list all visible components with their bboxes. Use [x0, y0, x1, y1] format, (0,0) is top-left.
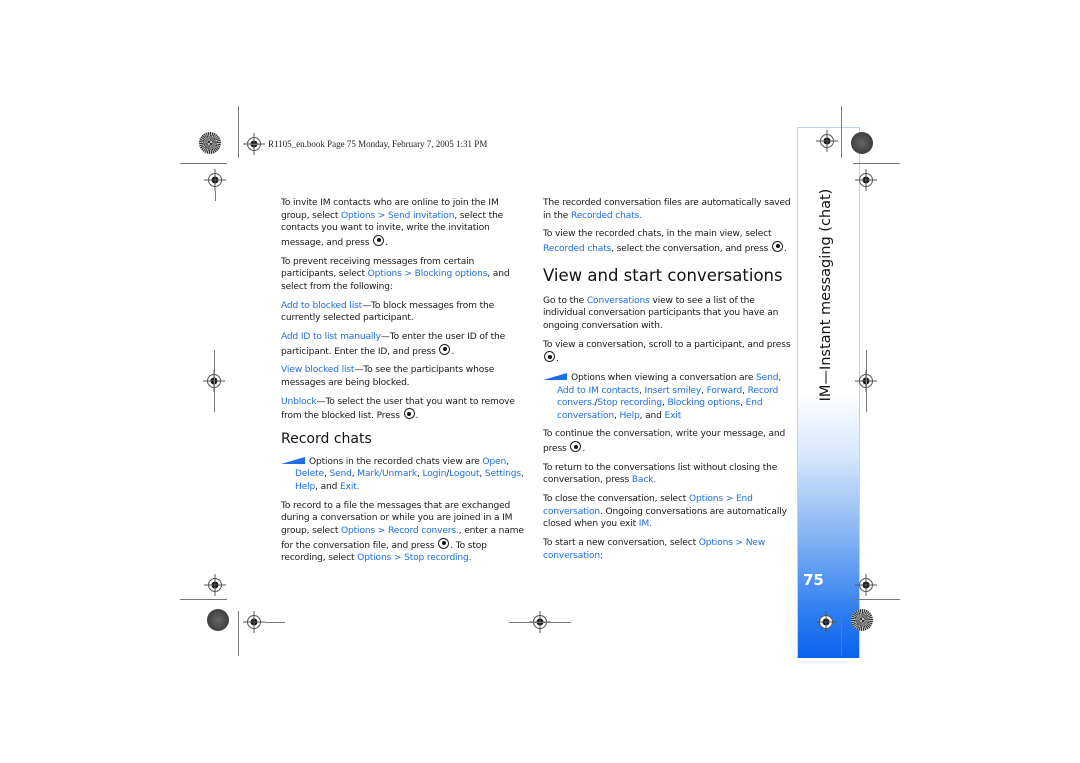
- link-blocking-options[interactable]: Blocking options: [667, 398, 740, 408]
- crop-mark: [853, 163, 900, 164]
- crop-mark: [215, 191, 216, 201]
- option-add-to-blocked-list: Add to blocked list—To block messages fr…: [281, 300, 495, 324]
- crop-mark: [841, 106, 842, 158]
- page-number: 75: [803, 571, 824, 589]
- link-unblock[interactable]: Unblock: [281, 397, 317, 407]
- link-recorded-chats[interactable]: Recorded chats: [543, 244, 611, 254]
- link-login[interactable]: Login: [422, 469, 446, 479]
- crop-mark: [238, 106, 239, 158]
- paragraph-continue: To continue the conversation, write your…: [543, 429, 786, 455]
- right-column: The recorded conversation files are auto…: [543, 197, 791, 569]
- link-help[interactable]: Help: [619, 411, 639, 421]
- option-view-blocked-list: View blocked list—To see the participant…: [281, 365, 495, 388]
- link-im[interactable]: IM: [639, 519, 649, 529]
- select-key-icon: [439, 343, 451, 355]
- link-settings[interactable]: Settings: [485, 469, 521, 479]
- registration-mark-icon: [815, 611, 837, 633]
- link-help[interactable]: Help: [295, 482, 315, 492]
- crop-mark: [841, 611, 842, 656]
- link-view-blocked-list[interactable]: View blocked list: [281, 365, 354, 375]
- select-key-icon: [570, 441, 582, 453]
- registration-mark-icon: [855, 574, 877, 596]
- paragraph-prevent: To prevent receiving messages from certa…: [281, 256, 510, 292]
- print-header: R1105_en.book Page 75 Monday, February 7…: [268, 139, 488, 149]
- link-insert-smiley[interactable]: Insert smiley: [645, 386, 702, 396]
- select-key-icon: [544, 351, 555, 363]
- link-mark-unmark[interactable]: Mark/Unmark: [357, 469, 417, 479]
- link-send[interactable]: Send: [329, 469, 351, 479]
- paragraph-auto-saved: The recorded conversation files are auto…: [543, 198, 791, 221]
- link-send[interactable]: Send: [756, 373, 778, 383]
- starburst-mark-icon: [851, 609, 873, 631]
- link-open[interactable]: Open: [482, 457, 506, 467]
- note-triangle-icon: [543, 372, 567, 380]
- left-column: To invite IM contacts who are online to …: [281, 197, 529, 571]
- registration-mark-icon: [204, 169, 226, 191]
- link-stop-recording[interactable]: Options > Stop recording: [357, 553, 469, 563]
- heading-view-start-conversations: View and start conversations: [543, 265, 783, 285]
- paragraph-view-conversation: To view a conversation, scroll to a part…: [543, 339, 791, 365]
- crop-mark: [509, 622, 571, 623]
- crop-mark: [853, 599, 900, 600]
- link-add-to-blocked-list[interactable]: Add to blocked list: [281, 301, 362, 311]
- link-delete[interactable]: Delete: [295, 469, 324, 479]
- dark-dot-mark-icon: [207, 609, 229, 631]
- crop-mark: [180, 163, 227, 164]
- link-exit[interactable]: Exit: [340, 482, 357, 492]
- link-forward[interactable]: Forward: [707, 386, 743, 396]
- link-conversations[interactable]: Conversations: [587, 296, 650, 306]
- link-logout[interactable]: Logout: [449, 469, 479, 479]
- option-add-id-manually: Add ID to list manually—To enter the use…: [281, 331, 506, 357]
- link-record-convers[interactable]: Options > Record convers.: [341, 526, 459, 536]
- select-key-icon: [373, 234, 385, 246]
- link-blocking-options[interactable]: Options > Blocking options: [368, 269, 488, 279]
- paragraph-invite: To invite IM contacts who are online to …: [281, 198, 504, 248]
- link-exit[interactable]: Exit: [665, 411, 682, 421]
- crop-mark: [180, 599, 227, 600]
- paragraph-close: To close the conversation, select Option…: [543, 494, 787, 530]
- paragraph-record: To record to a file the messages that ar…: [281, 500, 524, 564]
- link-send-invitation[interactable]: Options > Send invitation: [341, 211, 454, 221]
- registration-mark-icon: [204, 574, 226, 596]
- select-key-icon: [772, 240, 783, 252]
- select-key-icon: [403, 408, 415, 420]
- link-add-id-manually[interactable]: Add ID to list manually: [281, 332, 381, 342]
- paragraph-conversations-view: Go to the Conversations view to see a li…: [543, 295, 779, 331]
- crop-mark: [866, 350, 867, 412]
- crop-mark: [238, 611, 239, 656]
- chapter-title: IM—Instant messaging (chat): [818, 188, 834, 402]
- crop-mark: [214, 350, 215, 412]
- note-conversation-options: Options when viewing a conversation are …: [543, 372, 791, 422]
- link-recorded-chats[interactable]: Recorded chats: [571, 211, 639, 221]
- link-add-to-im-contacts[interactable]: Add to IM contacts: [557, 386, 639, 396]
- registration-mark-icon: [816, 130, 838, 152]
- registration-mark-icon: [855, 169, 877, 191]
- paragraph-return: To return to the conversations list with…: [543, 462, 778, 486]
- link-back[interactable]: Back: [632, 475, 654, 485]
- heading-record-chats: Record chats: [281, 430, 372, 447]
- registration-mark-icon: [243, 611, 265, 633]
- paragraph-new-conversation: To start a new conversation, select Opti…: [543, 538, 766, 561]
- select-key-icon: [438, 537, 450, 549]
- paragraph-view-recorded: To view the recorded chats, in the main …: [543, 229, 787, 254]
- note-recorded-chats-options: Options in the recorded chats view are O…: [281, 456, 529, 494]
- note-triangle-icon: [281, 456, 305, 464]
- crop-mark: [265, 622, 285, 623]
- starburst-mark-icon: [199, 132, 221, 154]
- dark-dot-mark-icon: [851, 132, 873, 154]
- option-unblock: Unblock—To select the user that you want…: [281, 396, 515, 422]
- link-stop-recording[interactable]: Stop recording: [597, 398, 662, 408]
- crop-mark: [250, 144, 260, 145]
